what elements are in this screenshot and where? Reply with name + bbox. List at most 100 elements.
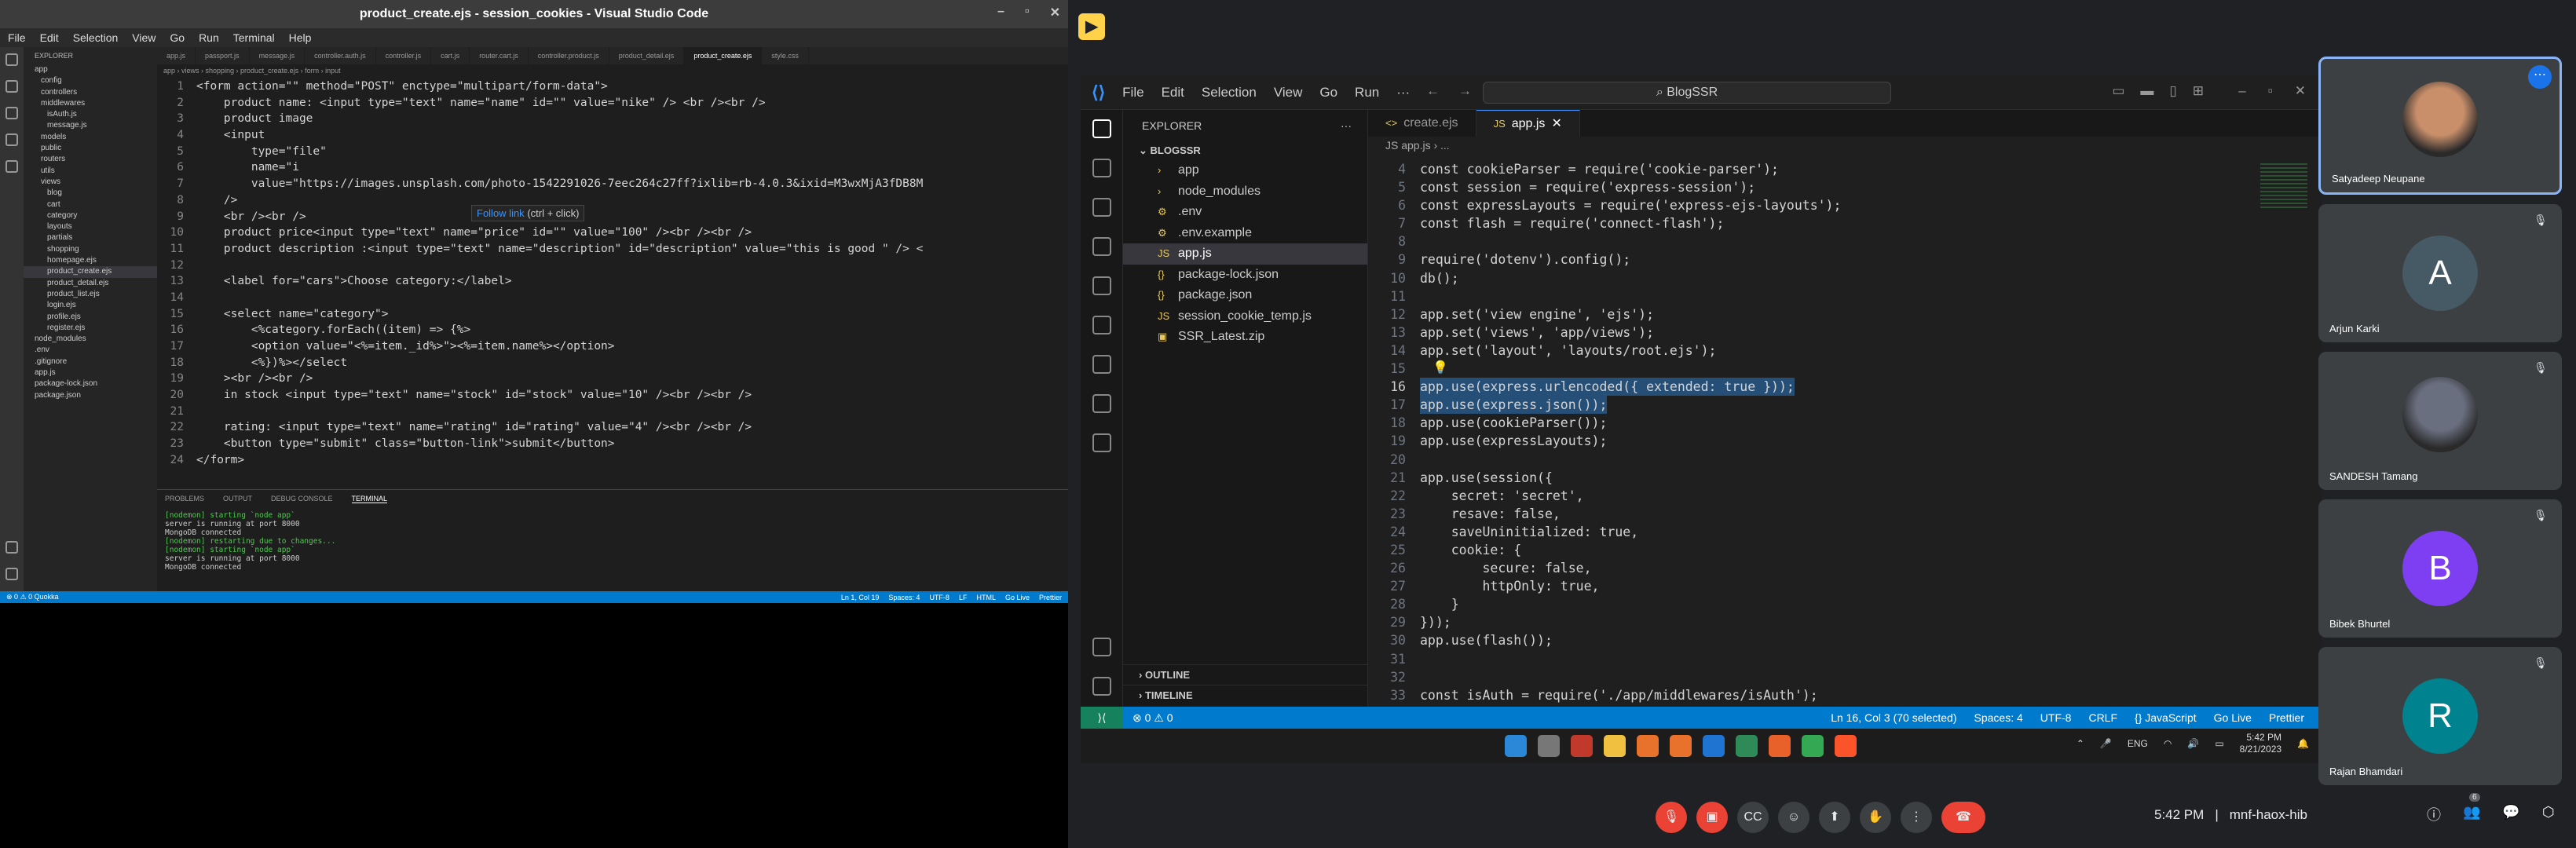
file-tree-item[interactable]: package.json xyxy=(24,390,157,401)
microphone-icon[interactable]: 🎤 xyxy=(2100,738,2112,749)
panel-toggle-icon[interactable]: ▬ xyxy=(2140,83,2153,99)
code-editor[interactable]: 1 <form action="" method="POST" enctype="… xyxy=(157,79,942,469)
docker-icon[interactable] xyxy=(1092,355,1111,374)
battery-icon[interactable]: ▭ xyxy=(2215,738,2223,749)
more-options-icon[interactable]: ⋯ xyxy=(2528,65,2552,89)
status-item[interactable]: Spaces: 4 xyxy=(1974,711,2023,724)
file-tree-item[interactable]: › node_modules xyxy=(1123,181,1367,203)
status-item[interactable]: Ln 16, Col 3 (70 selected) xyxy=(1831,711,1956,724)
chat-icon[interactable]: 💬 xyxy=(2502,804,2519,824)
volume-icon[interactable]: 🔊 xyxy=(2187,738,2199,749)
file-tree-item[interactable]: package-lock.json xyxy=(24,378,157,389)
status-item[interactable]: Go Live xyxy=(1005,594,1030,601)
app-icon[interactable] xyxy=(1637,735,1659,757)
meeting-code[interactable]: mnf-haox-hib xyxy=(2230,807,2307,823)
status-item[interactable]: {} JavaScript xyxy=(2135,711,2197,724)
close-button[interactable]: ✕ xyxy=(1050,5,1060,20)
run-debug-icon[interactable] xyxy=(5,133,18,146)
file-tree-item[interactable]: product_list.ejs xyxy=(24,289,157,300)
code-editor[interactable]: 4 const cookieParser = require('cookie-pa… xyxy=(1368,160,2248,707)
panel-tab[interactable]: DEBUG CONSOLE xyxy=(271,495,333,503)
layout-icon[interactable]: ▭ xyxy=(2112,83,2124,99)
status-item[interactable]: HTML xyxy=(976,594,996,601)
thunder-client-icon[interactable] xyxy=(1092,433,1111,452)
database-icon[interactable] xyxy=(1092,394,1111,413)
chrome-icon[interactable] xyxy=(1802,735,1824,757)
file-tree-item[interactable]: {} package-lock.json xyxy=(1123,265,1367,286)
clock[interactable]: 5:42 PM 8/21/2023 xyxy=(2240,732,2281,755)
participant-tile[interactable]: A Arjun Karki 🎙 xyxy=(2318,204,2562,342)
file-tree-item[interactable]: cart xyxy=(24,199,157,210)
close-button[interactable]: ✕ xyxy=(2295,83,2306,99)
menu-item[interactable]: View xyxy=(132,31,156,44)
file-tree-item[interactable]: ⚙ .env.example xyxy=(1123,223,1367,244)
file-tree-item[interactable]: app.js xyxy=(24,367,157,378)
menu-item[interactable]: File xyxy=(1122,85,1143,101)
panel-tab[interactable]: PROBLEMS xyxy=(165,495,204,503)
workspace-root[interactable]: ⌄ BLOGSSR xyxy=(1123,141,1367,160)
file-tree-item[interactable]: public xyxy=(24,143,157,154)
app-icon[interactable] xyxy=(1571,735,1593,757)
participant-tile[interactable]: R Rajan Bhamdari 🎙 xyxy=(2318,647,2562,785)
status-item[interactable]: UTF-8 xyxy=(929,594,950,601)
file-tree-item[interactable]: login.ejs xyxy=(24,300,157,311)
file-tree-item[interactable]: app xyxy=(24,64,157,75)
file-tree-item[interactable]: .gitignore xyxy=(24,356,157,367)
menu-item[interactable]: Edit xyxy=(1162,85,1184,101)
participant-tile[interactable]: SANDESH Tamang 🎙 xyxy=(2318,352,2562,490)
activities-icon[interactable]: ⬡ xyxy=(2542,804,2555,824)
menu-item[interactable]: Terminal xyxy=(233,31,275,44)
minimap[interactable] xyxy=(2260,163,2307,210)
firefox-icon[interactable] xyxy=(1769,735,1791,757)
leave-call-icon[interactable]: ☎ xyxy=(1941,802,1985,833)
participant-tile[interactable]: Satyadeep Neupane ⋯ xyxy=(2318,57,2562,195)
settings-gear-icon[interactable] xyxy=(5,568,18,580)
minimize-button[interactable]: – xyxy=(997,5,1004,20)
menu-item[interactable]: Go xyxy=(1319,85,1337,101)
file-tree-item[interactable]: product_detail.ejs xyxy=(24,278,157,289)
emoji-icon[interactable]: ☺ xyxy=(1778,802,1809,833)
maximize-button[interactable]: ▫ xyxy=(1025,5,1030,20)
menu-item[interactable]: Help xyxy=(289,31,312,44)
file-tree-item[interactable]: views xyxy=(24,177,157,188)
file-tree-item[interactable]: category xyxy=(24,210,157,221)
editor-tab[interactable]: router.cart.js xyxy=(470,47,529,64)
editor-tab[interactable]: product_detail.ejs xyxy=(609,47,685,64)
sidebar-toggle-icon[interactable]: ▯ xyxy=(2169,83,2176,99)
status-item[interactable]: Prettier xyxy=(2269,711,2304,724)
status-item[interactable]: LF xyxy=(959,594,968,601)
remote-indicator-icon[interactable]: ⟩⟨ xyxy=(1081,707,1123,729)
status-problems[interactable]: ⊗ 0 ⚠ 0 Quokka xyxy=(6,593,59,601)
run-debug-icon[interactable] xyxy=(1092,237,1111,256)
tray-chevron-icon[interactable]: ⌃ xyxy=(2077,738,2084,749)
source-control-icon[interactable] xyxy=(5,107,18,119)
editor-tab[interactable]: product_create.ejs xyxy=(684,47,763,64)
start-icon[interactable] xyxy=(1505,735,1527,757)
command-center-search[interactable]: ⌕ BlogSSR xyxy=(1483,82,1891,104)
menu-item[interactable]: Run xyxy=(1355,85,1379,101)
editor-tab[interactable]: app.js xyxy=(157,47,196,64)
editor-tab[interactable]: message.js xyxy=(250,47,306,64)
vscode-icon[interactable] xyxy=(1703,735,1725,757)
file-explorer-icon[interactable] xyxy=(1604,735,1626,757)
meeting-details-icon[interactable]: ⓘ xyxy=(2427,804,2441,824)
file-tree-item[interactable]: register.ejs xyxy=(24,323,157,334)
search-icon[interactable] xyxy=(5,80,18,93)
notification-icon[interactable]: 🔔 xyxy=(2297,738,2309,749)
mic-off-icon[interactable]: 🎙 xyxy=(1656,802,1687,833)
editor-tab[interactable]: cart.js xyxy=(431,47,470,64)
terminal-output[interactable]: [nodemon] starting `node app` server is r… xyxy=(157,508,1068,575)
account-icon[interactable] xyxy=(1092,638,1111,656)
language-indicator[interactable]: ENG xyxy=(2128,738,2148,749)
account-icon[interactable] xyxy=(5,541,18,554)
file-tree-item[interactable]: ▣ SSR_Latest.zip xyxy=(1123,327,1367,348)
panel-tab[interactable]: TERMINAL xyxy=(351,495,388,503)
sublime-icon[interactable] xyxy=(1670,735,1692,757)
file-tree-item[interactable]: shopping xyxy=(24,244,157,255)
status-item[interactable]: UTF-8 xyxy=(2040,711,2072,724)
timeline-section[interactable]: › TIMELINE xyxy=(1123,685,1367,705)
forward-arrow-icon[interactable]: → xyxy=(1458,83,1472,99)
file-tree-item[interactable]: layouts xyxy=(24,221,157,232)
back-arrow-icon[interactable]: ← xyxy=(1426,83,1440,99)
explorer-icon[interactable] xyxy=(5,53,18,66)
